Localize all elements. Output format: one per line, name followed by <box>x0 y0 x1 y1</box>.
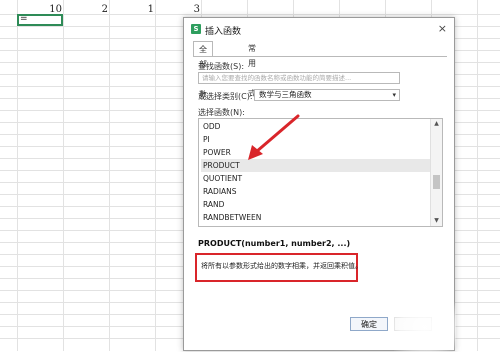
grid-line <box>109 0 110 351</box>
watermark-blur <box>394 302 456 352</box>
function-signature: PRODUCT(number1, number2, ...) <box>198 239 351 248</box>
category-value: 数学与三角函数 <box>259 90 312 99</box>
active-cell-text: = <box>20 14 28 24</box>
tab-common-formulas[interactable]: 常用公式 <box>243 41 261 98</box>
dialog-titlebar[interactable]: S 插入函数 × <box>184 18 454 40</box>
tab-all-functions[interactable]: 全部函数 <box>193 41 213 99</box>
function-list-label: 选择函数(N): <box>198 108 245 117</box>
chevron-down-icon: ▾ <box>392 91 396 99</box>
scrollbar[interactable]: ▲ ▼ <box>430 119 442 226</box>
search-label: 查找函数(S): <box>198 62 245 71</box>
search-input[interactable]: 请输入您要查找的函数名称或函数功能的简要描述... <box>198 72 400 84</box>
tab-divider <box>193 56 447 57</box>
list-item[interactable]: PI <box>201 133 431 146</box>
cell-value[interactable]: 3 <box>140 4 200 15</box>
list-item[interactable]: QUOTIENT <box>201 172 431 185</box>
grid-line <box>155 0 156 351</box>
category-select[interactable]: 数学与三角函数 ▾ <box>254 89 400 101</box>
scroll-down-icon[interactable]: ▼ <box>431 216 442 226</box>
scroll-up-icon[interactable]: ▲ <box>431 119 442 129</box>
description-highlight: 将所有以参数形式给出的数字相乘，并返回乘积值。 <box>195 253 362 282</box>
grid-line <box>63 0 64 351</box>
grid-line <box>477 0 478 351</box>
close-icon[interactable]: × <box>438 22 447 35</box>
function-description: 将所有以参数形式给出的数字相乘，并返回乘积值。 <box>201 262 362 270</box>
list-item-selected[interactable]: PRODUCT <box>201 159 431 172</box>
dialog-title: 插入函数 <box>205 27 242 37</box>
scrollbar-thumb[interactable] <box>433 175 440 189</box>
category-label: 或选择类别(C): <box>198 92 253 101</box>
grid-line <box>17 0 18 351</box>
app-icon: S <box>191 24 201 34</box>
function-list[interactable]: ODD PI POWER PRODUCT QUOTIENT RADIANS RA… <box>198 118 443 227</box>
list-item[interactable]: RADIANS <box>201 185 431 198</box>
list-item[interactable]: ODD <box>201 120 431 133</box>
list-item[interactable]: RAND <box>201 198 431 211</box>
list-item[interactable]: RANDBETWEEN <box>201 211 431 224</box>
list-item[interactable]: POWER <box>201 146 431 159</box>
ok-button[interactable]: 确定 <box>350 317 388 331</box>
insert-function-dialog: S 插入函数 × 全部函数 常用公式 查找函数(S): 请输入您要查找的函数名称… <box>183 17 456 352</box>
